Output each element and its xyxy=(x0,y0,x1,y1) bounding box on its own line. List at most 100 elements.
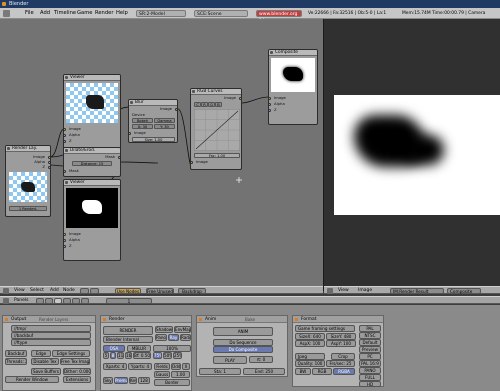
viewer-node-2[interactable]: Viewer Image Alpha Z xyxy=(63,179,121,261)
size-100-toggle[interactable]: 100% xyxy=(153,345,191,352)
composite-node[interactable]: Composite Image Alpha Z xyxy=(268,49,318,125)
menu-node[interactable]: Node xyxy=(63,287,75,294)
output-path-field[interactable]: //tmp/ xyxy=(11,325,91,332)
quality-field[interactable]: Quality: 100 xyxy=(295,360,325,367)
input-socket[interactable] xyxy=(129,132,131,135)
preset-ntsc-button[interactable]: NTSC xyxy=(359,332,381,339)
asp-x-field[interactable]: AspX: 100 xyxy=(295,340,325,347)
input-socket[interactable] xyxy=(269,103,271,106)
panel-title[interactable]: Anim xyxy=(197,316,287,323)
output-socket[interactable] xyxy=(48,166,50,169)
composite-nodes-icon[interactable] xyxy=(90,288,99,294)
crop-toggle[interactable]: Crop xyxy=(331,353,355,360)
preset-pal-button[interactable]: PAL xyxy=(359,325,381,332)
distance-field[interactable]: Distance: 15 xyxy=(72,161,112,166)
menu-file[interactable]: File xyxy=(25,8,34,19)
input-socket[interactable] xyxy=(64,170,66,173)
start-frame-field[interactable]: Sta: 1 xyxy=(199,368,241,375)
blur-y-field[interactable]: Y: 30 xyxy=(154,124,175,129)
do-composite-toggle[interactable]: Do Composite xyxy=(213,346,273,353)
input-socket[interactable] xyxy=(64,245,66,248)
rgb-curves-node[interactable]: RGB Curves Image C R G B Fac: 1.00 Image xyxy=(190,88,242,170)
bw-toggle[interactable]: BW xyxy=(295,368,311,375)
scene-icon[interactable] xyxy=(81,298,89,304)
blur-x-field[interactable]: X: 30 xyxy=(132,124,153,129)
edit-icon[interactable] xyxy=(72,298,80,304)
menu-view[interactable]: View xyxy=(14,287,25,294)
anim-button[interactable]: ANIM xyxy=(213,327,273,336)
screen-selector[interactable]: SR:2-Model xyxy=(136,10,186,17)
menu-render[interactable]: Render xyxy=(95,8,113,19)
free-unused-button[interactable]: Free Unused xyxy=(146,288,174,294)
size-50-toggle[interactable]: 50% xyxy=(163,352,172,359)
gamma-field[interactable]: 128 xyxy=(138,377,150,384)
input-socket[interactable] xyxy=(64,134,66,137)
menu-add[interactable]: Add xyxy=(50,287,59,294)
menu-timeline[interactable]: Timeline xyxy=(54,8,76,19)
logic-icon[interactable] xyxy=(36,298,44,304)
render-layers-tab[interactable]: Render Layers xyxy=(39,317,68,322)
node-editor[interactable]: Render Lay. Image Alpha Z 1 RenderL View… xyxy=(0,19,323,286)
backbuf-toggle[interactable]: Backbuf xyxy=(5,350,27,357)
end-frame-field[interactable]: End: 250 xyxy=(243,368,285,375)
render-layer-selector[interactable]: 1 RenderL xyxy=(9,206,47,211)
input-socket[interactable] xyxy=(64,239,66,242)
fac-field[interactable]: Fac: 1.00 xyxy=(194,153,240,158)
mblur-toggle[interactable]: MBLUR xyxy=(127,345,151,352)
sky-toggle[interactable]: Sky xyxy=(103,377,113,384)
backdrop-toggle[interactable]: Backdrop xyxy=(178,288,206,294)
scene-selector[interactable]: SCE:Scene xyxy=(194,10,248,17)
channel-g-button[interactable]: G xyxy=(208,102,215,107)
use-nodes-toggle[interactable]: Use Nodes xyxy=(115,288,141,294)
render-button[interactable]: RENDER xyxy=(103,326,153,335)
preset-pal169-button[interactable]: PAL 16:9 xyxy=(359,360,381,367)
osa-16-toggle[interactable]: 16 xyxy=(125,352,132,359)
extensions-toggle[interactable]: Extensions xyxy=(63,376,91,383)
osa-5-toggle[interactable]: 5 xyxy=(103,352,109,359)
render-window-selector[interactable]: Render Window xyxy=(5,376,59,383)
shading-icon[interactable] xyxy=(54,298,62,304)
free-tex-toggle[interactable]: Free Tex Imag xyxy=(60,358,90,365)
menu-add[interactable]: Add xyxy=(40,8,50,19)
play-button[interactable]: PLAY xyxy=(213,356,247,364)
image-selector[interactable]: IM:Render Result xyxy=(390,288,444,294)
editor-type-icon[interactable] xyxy=(3,10,10,17)
dither-field[interactable]: Dither: 0.000 xyxy=(63,368,91,375)
edge-settings-button[interactable]: Edge Settings xyxy=(52,350,90,357)
fps-field[interactable]: Frs/sec: 25 xyxy=(326,360,355,367)
input-socket[interactable] xyxy=(269,109,271,112)
envmap-toggle[interactable]: EnvMap xyxy=(174,326,191,333)
editor-type-icon[interactable] xyxy=(3,288,9,294)
menu-image[interactable]: Image xyxy=(358,287,372,294)
shadow-toggle[interactable]: Shadow xyxy=(155,326,173,333)
pano-toggle[interactable]: Pano xyxy=(155,334,167,341)
preset-default-button[interactable]: Default xyxy=(359,339,381,346)
save-buffers-toggle[interactable]: Save Buffers xyxy=(31,368,61,375)
osa-8-toggle[interactable]: 8 xyxy=(110,352,116,359)
output-socket[interactable] xyxy=(239,97,241,100)
object-icon[interactable] xyxy=(63,298,71,304)
premul-toggle[interactable]: Premul xyxy=(114,377,128,384)
fields-toggle[interactable]: Fields xyxy=(154,363,170,370)
do-sequence-toggle[interactable]: Do Sequence xyxy=(213,339,273,346)
blur-node[interactable]: Blur Image Device Bokeh Gamma X: 30 Y: 3… xyxy=(128,99,178,143)
channel-selector[interactable]: Composite xyxy=(447,288,481,294)
input-socket[interactable] xyxy=(64,233,66,236)
size-field[interactable]: Size: 1.00 xyxy=(132,137,175,142)
blender-url[interactable]: www.blender.org 24 xyxy=(256,10,302,24)
preset-pano-button[interactable]: PANO xyxy=(359,367,381,374)
menu-select[interactable]: Select xyxy=(30,287,44,294)
ftype-path-field[interactable]: //ftype xyxy=(11,339,91,346)
osa-toggle[interactable]: OSA xyxy=(103,345,125,352)
render-layers-node[interactable]: Render Lay. Image Alpha Z 1 RenderL xyxy=(5,145,51,217)
panels-menu[interactable]: Panels xyxy=(14,297,28,304)
input-socket[interactable] xyxy=(191,161,193,164)
odd-toggle[interactable]: Odd xyxy=(171,363,181,370)
disable-tex-toggle[interactable]: Disable Tex xyxy=(31,358,59,365)
input-socket[interactable] xyxy=(64,128,66,131)
ray-toggle[interactable]: Ray xyxy=(168,334,179,341)
yparts-field[interactable]: Yparts: 4 xyxy=(128,363,152,370)
edge-toggle[interactable]: Edge xyxy=(31,350,51,357)
border-toggle[interactable]: Border xyxy=(154,379,190,386)
key-toggle[interactable]: Key xyxy=(129,377,137,384)
